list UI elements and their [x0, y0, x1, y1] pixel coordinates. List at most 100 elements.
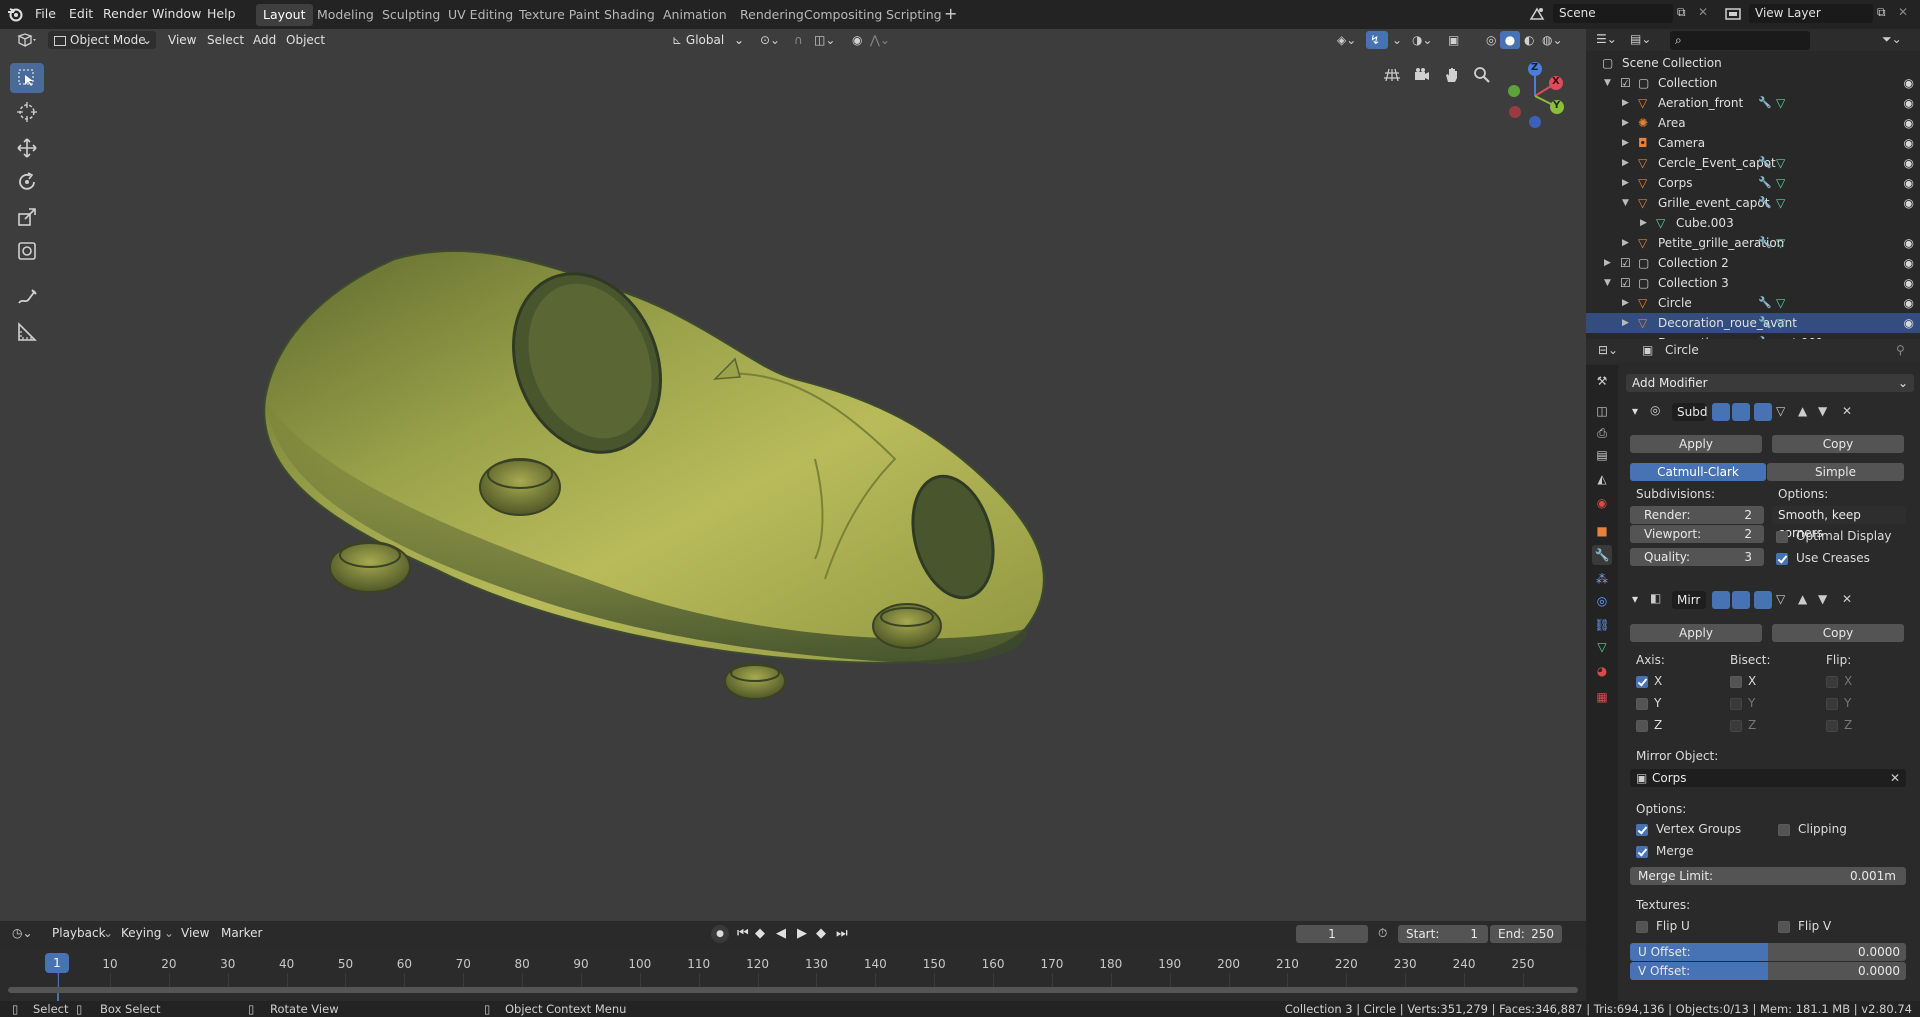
- collection-checkbox-icon[interactable]: ☑: [1620, 273, 1631, 293]
- texture-tab-icon[interactable]: ▦: [1592, 687, 1612, 707]
- u-offset-field[interactable]: U Offset: 0.0000: [1630, 943, 1906, 961]
- pin-icon[interactable]: ⚲: [1896, 343, 1905, 357]
- snap-icon[interactable]: ∩: [790, 31, 807, 49]
- timeline-editor-icon[interactable]: ◷⌄: [12, 926, 33, 940]
- on-cage-icon[interactable]: ▽: [1776, 404, 1785, 418]
- mirror-object-field[interactable]: ▣ Corps ✕: [1630, 769, 1906, 787]
- mirror-copy-button[interactable]: Copy: [1772, 624, 1904, 642]
- visibility-eye-icon[interactable]: ◉: [1904, 317, 1914, 329]
- timeline[interactable]: ◷⌄ Playback ⌄ Keying ⌄ View Marker ● ⏮ ◆…: [0, 921, 1586, 1001]
- view-layer-tab-icon[interactable]: ▤: [1592, 445, 1612, 465]
- flip-x-checkbox[interactable]: [1826, 676, 1838, 688]
- expand-icon[interactable]: ▶: [1622, 113, 1629, 133]
- move-icon[interactable]: [10, 133, 44, 163]
- menu-marker[interactable]: Marker: [221, 926, 262, 940]
- start-frame-field[interactable]: Start: 1: [1398, 925, 1488, 943]
- outliner-row[interactable]: ▢ Scene Collection: [1586, 53, 1920, 73]
- visibility-eye-icon[interactable]: ◉: [1904, 117, 1914, 129]
- move-up-icon[interactable]: ▲: [1798, 592, 1807, 606]
- merge-checkbox[interactable]: [1636, 846, 1648, 858]
- view-layer-copy-icon[interactable]: ⧉: [1877, 5, 1886, 20]
- visibility-eye-icon[interactable]: ◉: [1904, 277, 1914, 289]
- remove-modifier-icon[interactable]: ✕: [1842, 592, 1852, 606]
- menu-edit[interactable]: Edit: [69, 6, 93, 21]
- outliner-row[interactable]: ▼ ▽ Grille_event_capot ◉ 🔧 ▽: [1586, 193, 1920, 213]
- flip-u-checkbox[interactable]: [1636, 921, 1648, 933]
- filter-icon[interactable]: ⏷⌄: [1882, 32, 1902, 47]
- current-frame-field[interactable]: 1: [1296, 925, 1368, 943]
- tab-scripting[interactable]: Scripting: [879, 4, 949, 26]
- menu-playback[interactable]: Playback: [52, 926, 106, 940]
- simple-button[interactable]: Simple: [1767, 463, 1904, 481]
- tool-tab-icon[interactable]: ⚒: [1592, 371, 1612, 391]
- edit-cage-icon[interactable]: [1712, 591, 1730, 609]
- clipping-checkbox[interactable]: [1778, 824, 1790, 836]
- remove-modifier-icon[interactable]: ✕: [1842, 404, 1852, 418]
- jump-start-icon[interactable]: ⏮: [737, 926, 749, 941]
- menu-keying[interactable]: Keying: [121, 926, 161, 940]
- bisect-z-checkbox[interactable]: [1730, 720, 1742, 732]
- show-viewport-icon[interactable]: [1732, 403, 1750, 421]
- expand-icon[interactable]: ▶: [1622, 233, 1629, 253]
- outliner-row[interactable]: ▶ ◘ Camera ◉: [1586, 133, 1920, 153]
- scene-tab-icon[interactable]: ◭: [1592, 469, 1612, 489]
- menu-view[interactable]: View: [164, 31, 200, 49]
- end-frame-field[interactable]: End: 250: [1490, 925, 1562, 943]
- outliner-row[interactable]: ▼ ☑ ▢ Collection ◉: [1586, 73, 1920, 93]
- tab-texture-paint[interactable]: Texture Paint: [512, 4, 607, 26]
- viewport-levels-field[interactable]: Viewport: 2: [1630, 525, 1764, 543]
- outliner-row[interactable]: ▶ ▽ Cube.003: [1586, 213, 1920, 233]
- expand-icon[interactable]: ▶: [1604, 253, 1611, 273]
- particles-tab-icon[interactable]: ⁂: [1592, 569, 1612, 589]
- material-tab-icon[interactable]: ◕: [1592, 661, 1612, 681]
- collapse-icon[interactable]: ▼: [1622, 193, 1629, 213]
- next-keyframe-icon[interactable]: ◆: [816, 926, 826, 941]
- play-icon[interactable]: ▶: [797, 926, 807, 941]
- outliner-row[interactable]: ▶ ▽ Aeration_front ◉ 🔧 ▽: [1586, 93, 1920, 113]
- add-workspace-icon[interactable]: +: [944, 4, 957, 23]
- timeline-scrollbar[interactable]: [8, 987, 1578, 993]
- playhead[interactable]: 1: [45, 953, 69, 973]
- editor-type-icon[interactable]: [12, 31, 40, 49]
- collapse-icon[interactable]: ▾: [1632, 404, 1638, 418]
- physics-tab-icon[interactable]: ◎: [1592, 591, 1612, 611]
- camera-view-icon[interactable]: [1410, 63, 1434, 87]
- outliner-search-input[interactable]: ⌕: [1670, 31, 1810, 50]
- output-tab-icon[interactable]: ⎙: [1592, 423, 1612, 443]
- expand-icon[interactable]: ▶: [1622, 173, 1629, 193]
- snap-target-icon[interactable]: ◫⌄: [810, 31, 839, 49]
- move-down-icon[interactable]: ▼: [1818, 592, 1827, 606]
- visibility-eye-icon[interactable]: ◉: [1904, 257, 1914, 269]
- add-modifier-dropdown[interactable]: Add Modifier ⌄: [1626, 374, 1914, 392]
- uv-smooth-dropdown[interactable]: Smooth, keep corners: [1772, 506, 1906, 540]
- tab-shading[interactable]: Shading: [597, 4, 662, 26]
- outliner-row[interactable]: ▶ ✺ Area ◉: [1586, 113, 1920, 133]
- clear-icon[interactable]: ✕: [1890, 769, 1900, 787]
- view-layer-close-icon[interactable]: ✕: [1898, 5, 1908, 19]
- flip-z-checkbox[interactable]: [1826, 720, 1838, 732]
- collection-checkbox-icon[interactable]: ☑: [1620, 73, 1631, 93]
- tab-compositing[interactable]: Compositing: [797, 4, 889, 26]
- select-box-icon[interactable]: [10, 63, 44, 93]
- visibility-eye-icon[interactable]: ◉: [1904, 237, 1914, 249]
- visibility-eye-icon[interactable]: ◉: [1904, 157, 1914, 169]
- merge-limit-field[interactable]: Merge Limit: 0.001m: [1630, 867, 1906, 885]
- vertex-groups-checkbox[interactable]: [1636, 824, 1648, 836]
- properties-editor[interactable]: ⊟⌄ ▣ Circle ⚲ ⚒ ◫ ⎙ ▤ ◭ ◉ ■ 🔧 ⁂ ◎ ⛓ ▽ ◕ …: [1586, 339, 1920, 1001]
- show-render-icon[interactable]: [1754, 591, 1772, 609]
- record-icon[interactable]: ●: [711, 925, 729, 943]
- transform-icon[interactable]: [10, 236, 44, 266]
- outliner-row[interactable]: ▶ ▽ Cercle_Event_capot ◉ 🔧 ▽: [1586, 153, 1920, 173]
- outliner-row[interactable]: ▶ ▽ Petite_grille_aeration ◉ 🔧 ▽: [1586, 233, 1920, 253]
- rendered-shading-icon[interactable]: ◍⌄: [1538, 31, 1567, 49]
- outliner-row[interactable]: ▶ ☑ ▢ Collection 2 ◉: [1586, 253, 1920, 273]
- gizmo-toggle-icon[interactable]: ↯: [1366, 31, 1388, 49]
- bisect-y-checkbox[interactable]: [1730, 698, 1742, 710]
- tab-animation[interactable]: Animation: [656, 4, 734, 26]
- collapse-icon[interactable]: ▼: [1604, 73, 1611, 93]
- tab-uv-editing[interactable]: UV Editing: [441, 4, 520, 26]
- move-down-icon[interactable]: ▼: [1818, 404, 1827, 418]
- pivot-icon[interactable]: ⊙⌄: [756, 31, 784, 49]
- outliner-row[interactable]: ▼ ☑ ▢ Collection 3 ◉: [1586, 273, 1920, 293]
- navigation-gizmo[interactable]: Z X Y: [1500, 61, 1570, 131]
